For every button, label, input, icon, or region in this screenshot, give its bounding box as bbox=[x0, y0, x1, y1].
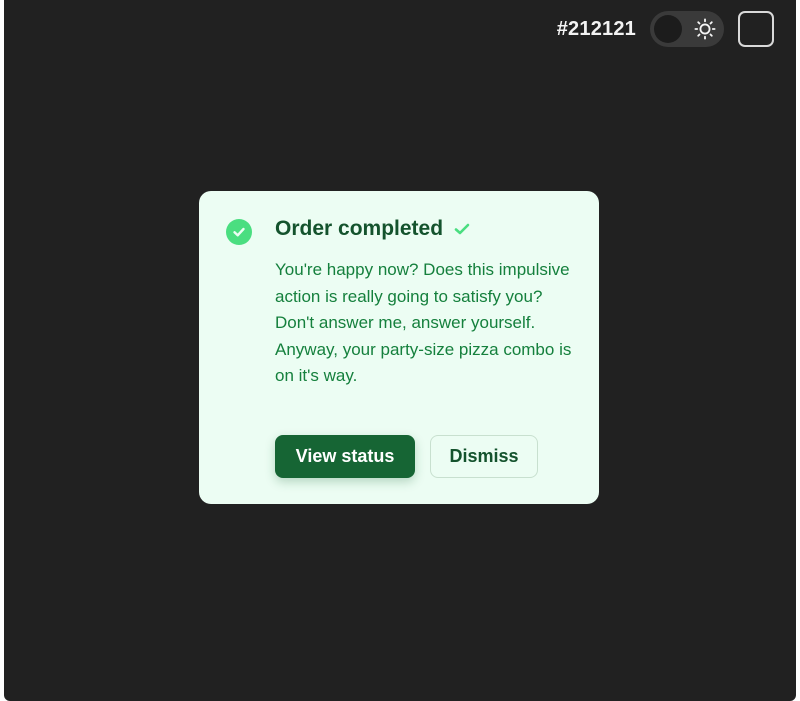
background-hex-label: #212121 bbox=[556, 17, 636, 40]
toast-message: You're happy now? Does this impulsive ac… bbox=[275, 260, 572, 385]
order-toast: Order completed You're happy now? Does t… bbox=[199, 191, 599, 504]
view-status-button[interactable]: View status bbox=[275, 435, 415, 478]
square-button[interactable] bbox=[738, 11, 774, 47]
dismiss-button[interactable]: Dismiss bbox=[430, 435, 538, 478]
sun-icon bbox=[694, 18, 716, 40]
check-icon bbox=[454, 223, 470, 235]
toast-title-row: Order completed bbox=[275, 217, 471, 241]
toast-actions: View status Dismiss bbox=[275, 435, 538, 478]
toast-title: Order completed bbox=[275, 217, 444, 240]
theme-toggle[interactable] bbox=[650, 11, 724, 47]
top-bar: #212121 bbox=[557, 10, 774, 48]
check-circle-icon bbox=[226, 219, 252, 245]
toggle-knob bbox=[654, 15, 682, 43]
canvas: #212121 Order completed You're happy now… bbox=[4, 0, 796, 701]
